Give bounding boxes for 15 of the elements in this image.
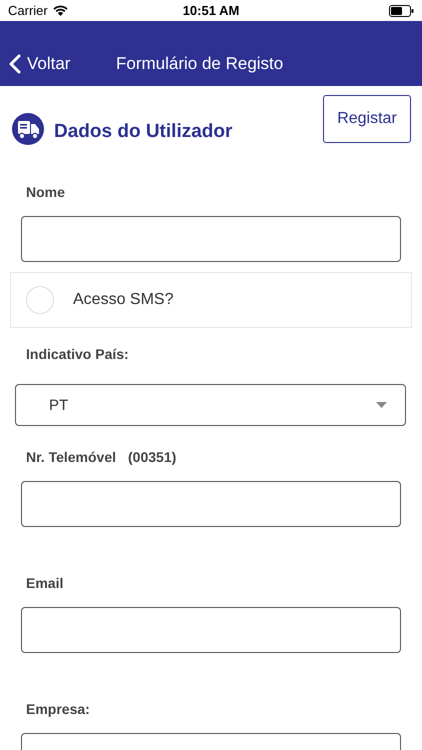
country-code-hint: (00351) (128, 449, 176, 465)
status-time: 10:51 AM (182, 3, 240, 18)
screen-title: Formulário de Registo (116, 54, 284, 74)
checkbox-label: Acesso SMS? (73, 291, 174, 309)
register-button[interactable]: Registar (323, 95, 411, 143)
checkbox-row[interactable]: Acesso SMS? (10, 272, 412, 328)
back-button[interactable]: Voltar (0, 54, 116, 74)
field-label: Nome (26, 184, 65, 200)
field-label: Empresa: (26, 701, 90, 717)
country-dropdown[interactable]: PT (15, 384, 406, 426)
carrier-label: Carrier (8, 3, 48, 18)
field-label: Indicativo País: (26, 346, 129, 362)
field-label: Nr. Telemóvel (26, 449, 116, 465)
field-label: Email (26, 575, 64, 591)
section-title: Dados do Utilizador (54, 121, 232, 143)
